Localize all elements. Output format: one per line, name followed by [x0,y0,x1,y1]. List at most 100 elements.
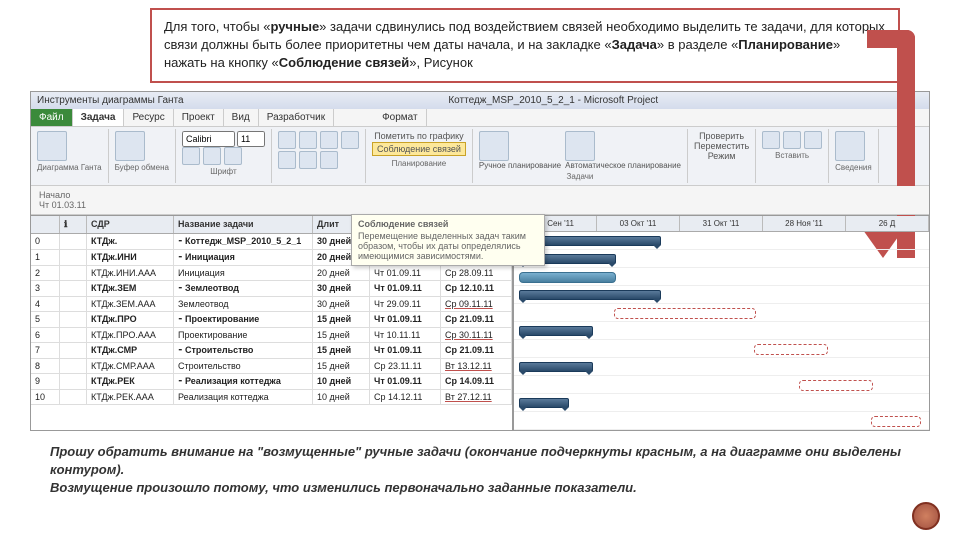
row-duration[interactable]: 15 дней [313,312,370,327]
row-name[interactable]: Проектирование [174,328,313,342]
row-start[interactable]: Чт 29.09.11 [370,297,441,311]
gantt-bar[interactable] [754,344,828,355]
row-name[interactable]: ⁃ Инициация [174,250,313,265]
row-sdr[interactable]: КТДж.СМР [87,343,174,358]
tab-format[interactable]: Формат [374,109,427,126]
check-button[interactable]: Проверить [694,131,749,141]
tab-view[interactable]: Вид [224,109,259,126]
row-duration[interactable]: 20 дней [313,266,370,280]
row-duration[interactable]: 10 дней [313,390,370,404]
table-row[interactable]: 9КТДж.РЕК⁃ Реализация коттеджа10 днейЧт … [31,374,512,390]
table-row[interactable]: 6КТДж.ПРО.АААПроектирование15 днейЧт 10.… [31,328,512,343]
gantt-bar[interactable] [799,380,873,391]
gantt-bar[interactable] [519,398,569,408]
insert-milestone-icon[interactable] [804,131,822,149]
row-duration[interactable]: 30 дней [313,297,370,311]
row-name[interactable]: Реализация коттеджа [174,390,313,404]
row-start[interactable]: Чт 01.09.11 [370,374,441,389]
gantt-bar[interactable] [519,326,593,336]
row-sdr[interactable]: КТДж.ЗЕМ [87,281,174,296]
info-icon[interactable] [835,131,865,161]
row-name[interactable]: Строительство [174,359,313,373]
row-sdr[interactable]: КТДж.ПРО.ААА [87,328,174,342]
mode-button[interactable]: Режим [694,151,749,161]
row-start[interactable]: Ср 14.12.11 [370,390,441,404]
row-sdr[interactable]: КТДж.СМР.ААА [87,359,174,373]
row-end[interactable]: Ср 28.09.11 [441,266,512,280]
outdent-icon[interactable] [299,131,317,149]
row-end[interactable]: Ср 14.09.11 [441,374,512,389]
tab-task[interactable]: Задача [73,109,125,126]
row-start[interactable]: Чт 10.11.11 [370,328,441,342]
col-sdr[interactable]: СДР [87,216,174,233]
tab-project[interactable]: Проект [174,109,224,126]
italic-icon[interactable] [203,147,221,165]
gantt-bar[interactable] [519,362,593,372]
mark-schedule-button[interactable]: Пометить по графику [372,131,466,141]
table-row[interactable]: 5КТДж.ПРО⁃ Проектирование15 днейЧт 01.09… [31,312,512,328]
gantt-bar[interactable] [519,290,661,300]
pct2-icon[interactable] [299,151,317,169]
row-sdr[interactable]: КТДж.ИНИ.ААА [87,266,174,280]
table-row[interactable]: 10КТДж.РЕК.АААРеализация коттеджа10 дней… [31,390,512,405]
gantt-bar[interactable] [871,416,921,427]
row-duration[interactable]: 15 дней [313,343,370,358]
row-sdr[interactable]: КТДж.ПРО [87,312,174,327]
tab-developer[interactable]: Разработчик [259,109,334,126]
row-start[interactable]: Чт 01.09.11 [370,281,441,296]
manual-schedule-icon[interactable] [479,131,509,161]
pct-icon[interactable] [278,151,296,169]
link-icon[interactable] [320,131,338,149]
gantt-chart-icon[interactable] [37,131,67,161]
row-sdr[interactable]: КТДж.ЗЕМ.ААА [87,297,174,311]
pct3-icon[interactable] [320,151,338,169]
row-sdr[interactable]: КТДж. [87,234,174,249]
gantt-bar[interactable] [614,308,756,319]
font-name-input[interactable] [182,131,235,147]
respect-links-button[interactable]: Соблюдение связей [372,142,466,156]
row-start[interactable]: Чт 01.09.11 [370,312,441,327]
col-name[interactable]: Название задачи [174,216,313,233]
insert-summary-icon[interactable] [783,131,801,149]
row-end[interactable]: Ср 12.10.11 [441,281,512,296]
row-start[interactable]: Чт 01.09.11 [370,266,441,280]
underline-icon[interactable] [224,147,242,165]
row-name[interactable]: ⁃ Коттедж_MSP_2010_5_2_1 [174,234,313,249]
row-end[interactable]: Ср 09.11.11 [441,297,512,311]
table-row[interactable]: 4КТДж.ЗЕМ.АААЗемлеотвод30 днейЧт 29.09.1… [31,297,512,312]
row-start[interactable]: Ср 23.11.11 [370,359,441,373]
row-end[interactable]: Вт 27.12.11 [441,390,512,404]
insert-task-icon[interactable] [762,131,780,149]
row-duration[interactable]: 15 дней [313,359,370,373]
row-name[interactable]: Землеотвод [174,297,313,311]
col-info[interactable]: ℹ [60,216,87,233]
tab-resource[interactable]: Ресурс [124,109,173,126]
row-duration[interactable]: 30 дней [313,281,370,296]
gantt-bar[interactable] [519,272,616,283]
bold-icon[interactable] [182,147,200,165]
table-row[interactable]: 8КТДж.СМР.АААСтроительство15 днейСр 23.1… [31,359,512,374]
row-end[interactable]: Вт 13.12.11 [441,359,512,373]
row-duration[interactable]: 10 дней [313,374,370,389]
row-duration[interactable]: 15 дней [313,328,370,342]
row-end[interactable]: Ср 21.09.11 [441,343,512,358]
row-name[interactable]: ⁃ Проектирование [174,312,313,327]
row-end[interactable]: Ср 21.09.11 [441,312,512,327]
row-end[interactable]: Ср 30.11.11 [441,328,512,342]
row-sdr[interactable]: КТДж.РЕК.ААА [87,390,174,404]
row-name[interactable]: Инициация [174,266,313,280]
font-size-input[interactable] [237,131,265,147]
paste-icon[interactable] [115,131,145,161]
row-sdr[interactable]: КТДж.ИНИ [87,250,174,265]
row-sdr[interactable]: КТДж.РЕК [87,374,174,389]
table-row[interactable]: 2КТДж.ИНИ.АААИнициация20 днейЧт 01.09.11… [31,266,512,281]
row-name[interactable]: ⁃ Реализация коттеджа [174,374,313,389]
auto-schedule-icon[interactable] [565,131,595,161]
tab-file[interactable]: Файл [31,109,73,126]
row-name[interactable]: ⁃ Землеотвод [174,281,313,296]
row-name[interactable]: ⁃ Строительство [174,343,313,358]
unlink-icon[interactable] [341,131,359,149]
row-start[interactable]: Чт 01.09.11 [370,343,441,358]
table-row[interactable]: 7КТДж.СМР⁃ Строительство15 днейЧт 01.09.… [31,343,512,359]
move-button[interactable]: Переместить [694,141,749,151]
